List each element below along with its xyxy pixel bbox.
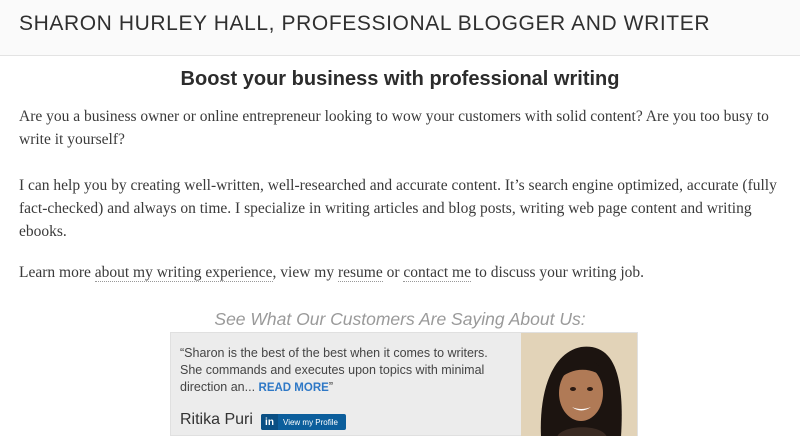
avatar-photo [521, 333, 637, 436]
testimonials-heading: See What Our Customers Are Saying About … [214, 309, 586, 329]
learn-more-sep2: or [382, 264, 404, 281]
testimonial-card: “Sharon is the best of the best when it … [170, 332, 638, 436]
writing-experience-link[interactable]: about my writing experience [94, 264, 273, 282]
learn-more-prefix: Learn more [19, 264, 95, 281]
quote-close: ” [328, 380, 333, 394]
avatar [521, 333, 637, 436]
testimonial-author: Ritika Puri [180, 411, 253, 428]
intro-paragraph: Are you a business owner or online entre… [19, 108, 769, 148]
resume-link[interactable]: resume [337, 264, 383, 282]
read-more-link[interactable]: READ MORE [259, 382, 329, 394]
testimonial-quote: “Sharon is the best of the best when it … [180, 345, 510, 397]
learn-more-suffix: to discuss your writing job. [470, 264, 645, 281]
contact-link[interactable]: contact me [403, 264, 471, 282]
site-header: SHARON HURLEY HALL, PROFESSIONAL BLOGGER… [0, 0, 800, 56]
linkedin-badge-label: View my Profile [283, 417, 338, 427]
main-content: Boost your business with professional wr… [0, 56, 800, 436]
site-title[interactable]: SHARON HURLEY HALL, PROFESSIONAL BLOGGER… [19, 12, 710, 36]
page-heading: Boost your business with professional wr… [180, 68, 620, 90]
quote-body: “Sharon is the best of the best when it … [180, 346, 488, 394]
linkedin-icon: in [261, 414, 278, 430]
linkedin-profile-button[interactable]: in View my Profile [261, 414, 346, 430]
learn-more-paragraph: Learn more about my writing experience, … [19, 261, 783, 284]
learn-more-sep1: , view my [272, 264, 338, 281]
services-paragraph: I can help you by creating well-written,… [19, 177, 777, 240]
